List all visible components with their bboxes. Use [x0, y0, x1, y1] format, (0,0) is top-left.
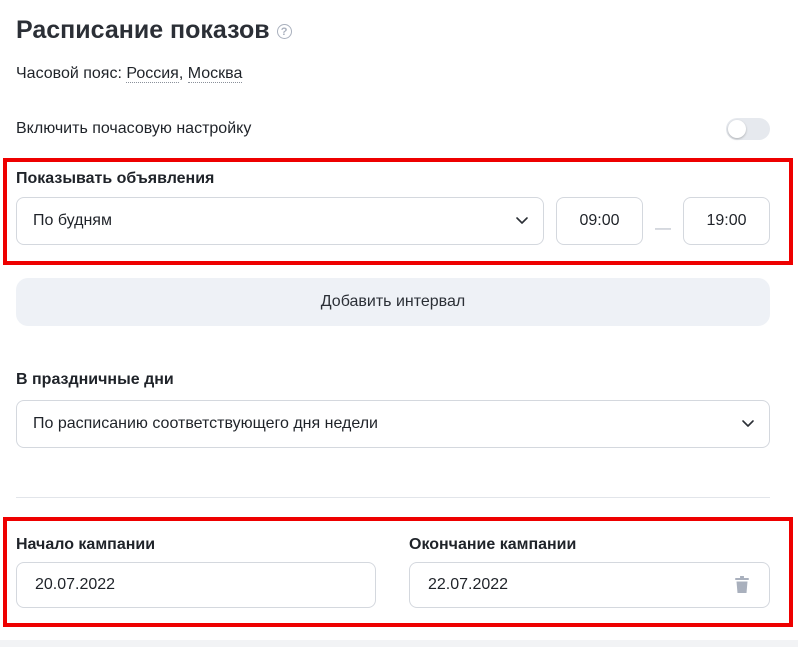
- section-divider: [16, 497, 770, 498]
- time-from-value: 09:00: [579, 212, 620, 229]
- show-ads-label: Показывать объявления: [16, 170, 215, 187]
- hourly-setting-label: Включить почасовую настройку: [16, 120, 252, 137]
- chevron-down-icon: [742, 420, 754, 427]
- campaign-start-date-input[interactable]: 20.07.2022: [16, 562, 376, 608]
- holidays-label: В праздничные дни: [16, 371, 174, 388]
- campaign-start-date-value: 20.07.2022: [35, 576, 116, 593]
- timezone-city-link[interactable]: Москва: [187, 65, 243, 83]
- time-to-value: 19:00: [706, 212, 747, 229]
- time-to-input[interactable]: 19:00: [683, 197, 770, 245]
- page-title-text: Расписание показов: [16, 16, 270, 44]
- page-title: Расписание показов ?: [16, 16, 292, 45]
- timezone-separator: ,: [178, 65, 188, 82]
- holidays-select-value: По расписанию соответствующего дня недел…: [33, 415, 378, 432]
- time-from-input[interactable]: 09:00: [556, 197, 643, 245]
- days-select-value: По будням: [33, 212, 112, 229]
- trash-icon[interactable]: [735, 576, 749, 594]
- toggle-knob: [728, 120, 746, 138]
- add-interval-button[interactable]: Добавить интервал: [16, 278, 770, 326]
- schedule-page: Расписание показов ? Часовой пояс: Росси…: [0, 0, 798, 647]
- campaign-end-date-value: 22.07.2022: [428, 576, 509, 593]
- timezone-country-link[interactable]: Россия: [126, 65, 179, 83]
- hourly-setting-toggle[interactable]: [726, 118, 770, 140]
- time-range-dash: —: [655, 220, 671, 237]
- help-icon[interactable]: ?: [276, 24, 292, 39]
- campaign-end-label: Окончание кампании: [409, 536, 577, 553]
- campaign-end-date-input[interactable]: 22.07.2022: [409, 562, 770, 608]
- timezone-label: Часовой пояс:: [16, 65, 127, 82]
- timezone-row: Часовой пояс: Россия, Москва: [16, 65, 243, 83]
- holidays-select[interactable]: По расписанию соответствующего дня недел…: [16, 400, 770, 448]
- campaign-start-label: Начало кампании: [16, 536, 156, 553]
- bottom-strip: [0, 640, 798, 647]
- hourly-setting-row: Включить почасовую настройку: [16, 118, 770, 140]
- days-select[interactable]: По будням: [16, 197, 544, 245]
- chevron-down-icon: [516, 217, 528, 224]
